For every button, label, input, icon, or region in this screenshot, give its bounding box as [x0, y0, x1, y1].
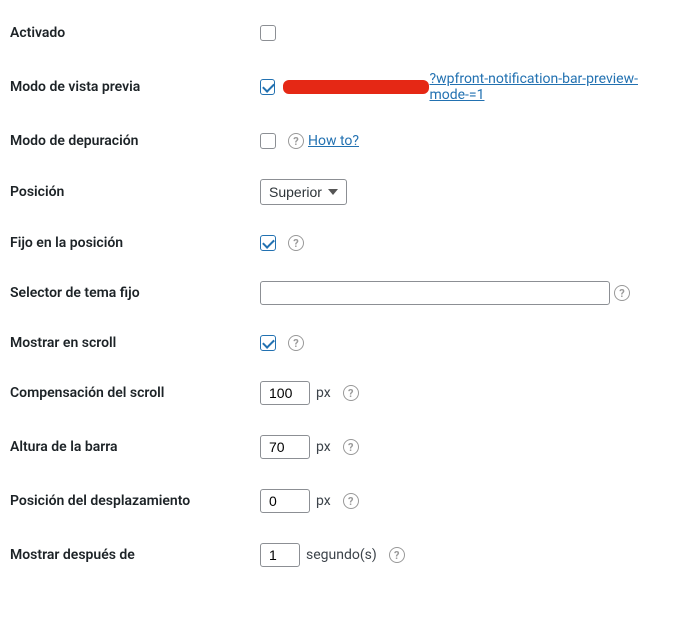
row-preview-mode: Modo de vista previa ?wpfront-notificati…: [10, 56, 671, 118]
unit-px: px: [316, 385, 331, 401]
field-preview-mode: ?wpfront-notification-bar-preview-mode-=…: [260, 71, 671, 103]
row-scroll-offset: Compensación del scroll px ?: [10, 366, 671, 420]
label-debug-mode: Modo de depuración: [10, 133, 260, 149]
row-show-scroll: Mostrar en scroll ?: [10, 320, 671, 366]
field-show-scroll: ?: [260, 335, 671, 351]
label-offset-position: Posición del desplazamiento: [10, 493, 260, 509]
label-position: Posición: [10, 184, 260, 200]
row-debug-mode: Modo de depuración ? How to?: [10, 118, 671, 164]
field-show-after: segundo(s) ?: [260, 543, 671, 567]
input-scroll-offset[interactable]: [260, 381, 310, 405]
checkbox-debug-mode[interactable]: [260, 133, 276, 149]
field-offset-position: px ?: [260, 489, 671, 513]
redacted-url: [283, 80, 430, 94]
preview-url-link[interactable]: ?wpfront-notification-bar-preview-mode-=…: [429, 71, 671, 103]
label-preview-mode: Modo de vista previa: [10, 79, 260, 95]
field-activado: [260, 25, 671, 41]
help-icon: ?: [343, 385, 359, 401]
field-theme-selector: ?: [260, 281, 671, 305]
row-activado: Activado: [10, 10, 671, 56]
label-scroll-offset: Compensación del scroll: [10, 385, 260, 401]
unit-seconds: segundo(s): [306, 547, 377, 563]
field-position: Superior: [260, 179, 671, 205]
help-icon: ?: [343, 493, 359, 509]
label-bar-height: Altura de la barra: [10, 439, 260, 455]
select-position[interactable]: Superior: [260, 179, 347, 205]
checkbox-preview-mode[interactable]: [260, 79, 275, 95]
field-fixed-position: ?: [260, 235, 671, 251]
settings-form: Activado Modo de vista previa ?wpfront-n…: [10, 10, 671, 582]
row-fixed-position: Fijo en la posición ?: [10, 220, 671, 266]
row-offset-position: Posición del desplazamiento px ?: [10, 474, 671, 528]
help-icon: ?: [343, 439, 359, 455]
row-theme-selector: Selector de tema fijo ?: [10, 266, 671, 320]
row-show-after: Mostrar después de segundo(s) ?: [10, 528, 671, 582]
label-fixed-position: Fijo en la posición: [10, 235, 260, 251]
row-position: Posición Superior: [10, 164, 671, 220]
checkbox-activado[interactable]: [260, 25, 276, 41]
input-bar-height[interactable]: [260, 435, 310, 459]
label-activado: Activado: [10, 25, 260, 41]
row-bar-height: Altura de la barra px ?: [10, 420, 671, 474]
help-icon: ?: [288, 335, 304, 351]
label-theme-selector: Selector de tema fijo: [10, 285, 260, 301]
checkbox-fixed-position[interactable]: [260, 235, 276, 251]
how-to-link[interactable]: How to?: [308, 133, 359, 149]
help-icon: ?: [288, 235, 304, 251]
unit-px: px: [316, 439, 331, 455]
unit-px: px: [316, 493, 331, 509]
field-scroll-offset: px ?: [260, 381, 671, 405]
input-theme-selector[interactable]: [260, 281, 610, 305]
help-icon: ?: [614, 285, 630, 301]
label-show-after: Mostrar después de: [10, 547, 260, 563]
field-debug-mode: ? How to?: [260, 133, 671, 149]
checkbox-show-scroll[interactable]: [260, 335, 276, 351]
help-icon: ?: [389, 547, 405, 563]
help-icon: ?: [288, 133, 304, 149]
field-bar-height: px ?: [260, 435, 671, 459]
input-offset-position[interactable]: [260, 489, 310, 513]
input-show-after[interactable]: [260, 543, 300, 567]
label-show-scroll: Mostrar en scroll: [10, 335, 260, 351]
